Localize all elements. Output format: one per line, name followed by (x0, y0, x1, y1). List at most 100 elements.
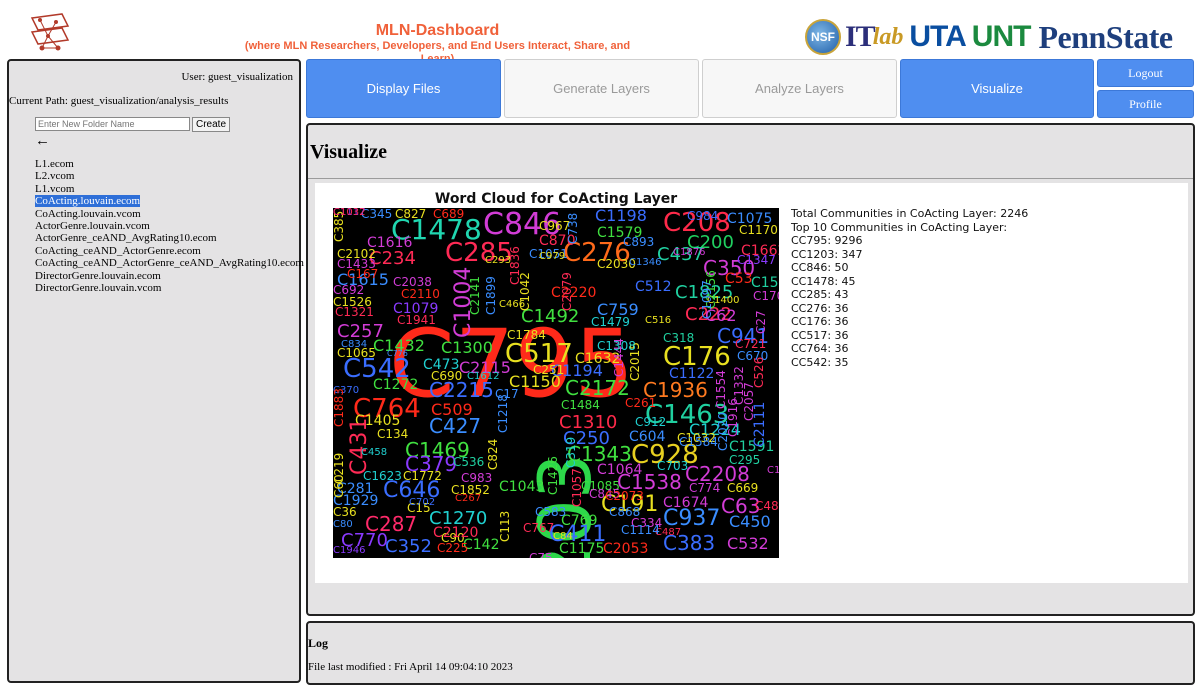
unt-logo: UNT (971, 20, 1032, 53)
file-item-label: L2.vcom (35, 170, 75, 183)
wordcloud-word: C2120 (433, 525, 479, 541)
wordcloud-word: C536 (453, 455, 485, 469)
wordcloud-word: C824 (486, 438, 500, 470)
wordcloud-word: C893 (623, 235, 655, 249)
wordcloud-word: C512 (635, 279, 672, 295)
file-item-label: CoActing_ceAND_ActorGenre.ecom (35, 244, 201, 257)
file-item[interactable]: L1.vcom (35, 183, 304, 195)
file-item[interactable]: ActorGenre.louvain.vcom (35, 220, 304, 232)
wordcloud-word: C1064 (597, 462, 643, 478)
file-item[interactable]: CoActing_ceAND_ActorGenre.ecom (35, 245, 304, 257)
wordcloud-word: C834 (341, 339, 368, 350)
create-folder-button[interactable]: Create (192, 117, 230, 132)
wordcloud-word: C1612 (467, 371, 500, 382)
wordcloud-word: C1946 (333, 545, 366, 556)
community-stats: Total Communities in CoActing Layer: 224… (791, 207, 1028, 369)
wordcloud-word: C692 (333, 283, 365, 297)
stat-line: Total Communities in CoActing Layer: 224… (791, 207, 1029, 220)
wordcloud-word: C261 (625, 396, 657, 410)
wordcloud-word: C868 (609, 505, 641, 519)
wordcloud-word: C1175 (559, 541, 605, 557)
stat-line: CC176: 36 (791, 315, 849, 328)
mln-logo-icon[interactable] (28, 10, 72, 54)
wordcloud-word: C2020 (716, 412, 730, 452)
wordcloud-word: C1272 (373, 377, 419, 393)
wordcloud-word: C53 (725, 271, 753, 287)
wordcloud-word: C1346 (629, 257, 662, 268)
partner-logos: NSF IT lab UTA UNT PennState (805, 14, 1177, 60)
wordcloud-word: C251 (533, 363, 565, 377)
wordcloud-word: C703 (657, 459, 689, 473)
wordcloud-word: C352 (385, 536, 432, 557)
wordcloud-word: C267 (455, 493, 482, 504)
profile-button[interactable]: Profile (1097, 90, 1194, 118)
wordcloud-word: C738 (566, 212, 580, 244)
new-folder-input[interactable] (35, 117, 190, 131)
wordcloud-word: C532 (727, 534, 769, 553)
wordcloud-word: C60 (333, 474, 346, 499)
wordcloud-word: C1708 (767, 465, 779, 476)
wordcloud-word: C983 (461, 471, 493, 485)
wordcloud-word: C1784 (507, 328, 546, 342)
wordcloud-word: C431 (347, 417, 372, 475)
itlab-logo-lab: lab (872, 23, 904, 50)
tab-visualize[interactable]: Visualize (900, 59, 1094, 118)
file-item[interactable]: L2.vcom (35, 170, 304, 182)
file-item[interactable]: DirectorGenre.louvain.vcom (35, 282, 304, 294)
wordcloud-word: C489 (755, 499, 779, 513)
file-item[interactable]: CoActing_ceAND_ActorGenre_ceAND_AvgRatin… (35, 257, 304, 269)
tab-generate-layers[interactable]: Generate Layers (504, 59, 699, 118)
file-item[interactable]: CoActing.louvain.vcom (35, 208, 304, 220)
wordcloud-word: C1526 (333, 295, 372, 309)
current-path: Current Path: guest_visualization/analys… (9, 95, 229, 107)
wordcloud-word: C1122 (669, 366, 715, 382)
wordcloud-word: C1484 (561, 398, 600, 412)
stat-line: CC1478: 45 (791, 274, 856, 288)
wordcloud-word: C27 (754, 310, 768, 335)
file-item[interactable]: CoActing.louvain.ecom (35, 195, 304, 208)
wordcloud-word: C427 (429, 414, 482, 438)
file-item-label: DirectorGenre.louvain.ecom (35, 269, 161, 282)
file-item[interactable]: DirectorGenre.louvain.ecom (35, 270, 304, 282)
wordcloud-word: C2172 (565, 376, 630, 400)
wordcloud-word: C134 (377, 427, 409, 441)
wordcloud-word: C1043 (499, 479, 545, 495)
logout-button[interactable]: Logout (1097, 59, 1194, 87)
wordcloud-word: C2053 (603, 541, 649, 557)
wordcloud-word: C1347 (737, 253, 776, 267)
file-item-label: L1.vcom (35, 182, 75, 195)
wordcloud-image: C795C1203C846C1478C285C276C208C517C176C5… (333, 208, 779, 558)
wordcloud-word: C75 (529, 551, 553, 558)
visualize-panel: Visualize Word Cloud for CoActing Layer … (306, 123, 1195, 616)
wordcloud-word: C319 (564, 436, 578, 468)
wordcloud-word: C604 (629, 429, 666, 445)
wordcloud-word: C1426 (546, 456, 560, 496)
wordcloud-word: C769 (561, 513, 598, 529)
file-item[interactable]: ActorGenre_ceAND_AvgRating10.ecom (35, 232, 304, 244)
back-arrow-icon[interactable]: ← (35, 133, 50, 150)
stat-line: CC1203: 347 (791, 247, 863, 261)
log-text: File last modified : Fri April 14 09:04:… (308, 661, 513, 673)
app-title-text: MLN-Dashboard (375, 22, 500, 39)
page-title: Visualize (310, 141, 388, 163)
file-item[interactable]: L1.ecom (35, 158, 304, 170)
wordcloud-word: C84 (553, 531, 573, 542)
wordcloud-word: C1308 (597, 339, 636, 353)
user-label: User: guest_visualization (181, 71, 293, 83)
wordcloud-word: C1883 (333, 388, 346, 428)
wordcloud-word: C1079 (393, 301, 439, 317)
tab-display-files[interactable]: Display Files (306, 59, 501, 118)
wordcloud-word: C776 (387, 349, 408, 358)
wordcloud-word: C689 (433, 208, 465, 221)
wordcloud-word: C583 (535, 505, 567, 519)
wordcloud-word: C767 (523, 521, 555, 535)
wordcloud-word: C1218 (496, 394, 510, 434)
wordcloud-word: C2038 (393, 275, 432, 289)
visualization-content: Word Cloud for CoActing Layer C795C1203C… (315, 183, 1188, 583)
file-item-label: DirectorGenre.louvain.vcom (35, 282, 162, 295)
wordcloud-title: Word Cloud for CoActing Layer (434, 191, 678, 207)
header: MLN-Dashboard (where MLN Researchers, De… (0, 0, 1200, 65)
wordcloud-word: C458 (361, 447, 388, 458)
wordcloud-word: C1899 (484, 276, 498, 316)
tab-analyze-layers[interactable]: Analyze Layers (702, 59, 897, 118)
